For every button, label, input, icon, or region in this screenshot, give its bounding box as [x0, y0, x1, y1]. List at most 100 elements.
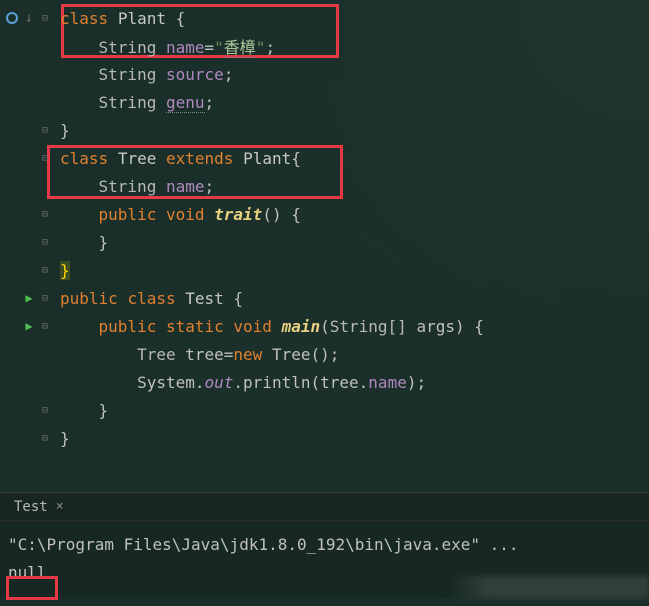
- operator: =: [224, 345, 234, 364]
- keyword: extends: [166, 149, 233, 168]
- operator: =: [205, 38, 215, 57]
- keyword: class: [127, 289, 175, 308]
- static-field: out: [205, 373, 234, 392]
- brace: {: [474, 317, 484, 336]
- fold-icon[interactable]: ⊟: [38, 291, 52, 305]
- brace: }: [99, 233, 109, 252]
- code-line[interactable]: ⊟ }: [0, 116, 649, 144]
- semicolon: ;: [205, 177, 215, 196]
- keyword: public: [99, 205, 157, 224]
- semicolon: ;: [205, 93, 215, 112]
- keyword: void: [233, 317, 272, 336]
- paren: ): [455, 317, 465, 336]
- keyword: class: [60, 149, 108, 168]
- keyword: public: [99, 317, 157, 336]
- brace-highlighted: }: [60, 261, 70, 280]
- code-editor[interactable]: ↓ ⊟ class Plant { String name="香樟"; Stri…: [0, 0, 649, 484]
- class-ref: System: [137, 373, 195, 392]
- type: String: [99, 65, 157, 84]
- tab-label: Test: [14, 499, 48, 515]
- brace: {: [176, 9, 186, 28]
- fold-icon[interactable]: ⊟: [38, 151, 52, 165]
- brace: }: [99, 401, 109, 420]
- code-line[interactable]: ▶⊟ public class Test {: [0, 284, 649, 312]
- code-line[interactable]: Tree tree=new Tree();: [0, 340, 649, 368]
- keyword: class: [60, 9, 108, 28]
- fold-end-icon[interactable]: ⊟: [38, 431, 52, 445]
- run-icon[interactable]: ▶: [22, 291, 36, 305]
- field-name: genu: [166, 93, 205, 113]
- fold-end-icon[interactable]: ⊟: [38, 123, 52, 137]
- field-name: name: [166, 38, 205, 57]
- parens: (): [262, 205, 281, 224]
- blurred-region: [449, 576, 649, 598]
- brace: }: [60, 121, 70, 140]
- type: Tree: [137, 345, 176, 364]
- code-line[interactable]: String source;: [0, 60, 649, 88]
- run-icon[interactable]: ▶: [22, 319, 36, 333]
- close-icon[interactable]: ×: [56, 499, 64, 514]
- keyword: void: [166, 205, 205, 224]
- code-line[interactable]: String name;: [0, 172, 649, 200]
- field-ref: name: [368, 373, 407, 392]
- constructor: Tree(): [272, 345, 330, 364]
- method-name: main: [282, 317, 321, 336]
- code-line[interactable]: ▶⊟ public static void main(String[] args…: [0, 312, 649, 340]
- code-line[interactable]: ⊟ }: [0, 396, 649, 424]
- code-line[interactable]: ⊟ }: [0, 228, 649, 256]
- class-name: Plant: [243, 149, 291, 168]
- code-line[interactable]: String genu;: [0, 88, 649, 116]
- variable: tree: [320, 373, 359, 392]
- brace: {: [291, 149, 301, 168]
- code-line[interactable]: String name="香樟";: [0, 32, 649, 60]
- brace: {: [291, 205, 301, 224]
- code-line[interactable]: System.out.println(tree.name);: [0, 368, 649, 396]
- code-line[interactable]: ⊟ }: [0, 256, 649, 284]
- string-quote: ": [214, 38, 224, 57]
- semicolon: ;: [224, 65, 234, 84]
- console-tabbar: Test ×: [0, 493, 649, 521]
- string-literal: 香樟: [224, 38, 256, 58]
- code-line[interactable]: [0, 452, 649, 480]
- variable: tree: [185, 345, 224, 364]
- brace: {: [233, 289, 243, 308]
- keyword: static: [166, 317, 224, 336]
- code-line[interactable]: ⊟ class Tree extends Plant{: [0, 144, 649, 172]
- semicolon: ;: [416, 373, 426, 392]
- string-quote: ": [256, 38, 266, 57]
- field-name: name: [166, 177, 205, 196]
- param-name: args: [416, 317, 455, 336]
- console-command-line: "C:\Program Files\Java\jdk1.8.0_192\bin\…: [8, 531, 641, 559]
- method-call: println: [243, 373, 310, 392]
- class-name: Tree: [118, 149, 157, 168]
- type: String[]: [330, 317, 407, 336]
- code-line[interactable]: ↓ ⊟ class Plant {: [0, 4, 649, 32]
- brace: }: [60, 429, 70, 448]
- fold-icon[interactable]: ⊟: [38, 11, 52, 25]
- keyword: public: [60, 289, 118, 308]
- type: String: [99, 93, 157, 112]
- console-tab-test[interactable]: Test ×: [6, 499, 72, 515]
- semicolon: ;: [265, 38, 275, 57]
- fold-end-icon[interactable]: ⊟: [38, 403, 52, 417]
- paren: (: [310, 373, 320, 392]
- paren: (: [320, 317, 330, 336]
- fold-icon[interactable]: ⊟: [38, 319, 52, 333]
- keyword: new: [233, 345, 262, 364]
- code-line[interactable]: ⊟ }: [0, 424, 649, 452]
- class-icon: [6, 11, 20, 25]
- dot: .: [359, 373, 369, 392]
- fold-end-icon[interactable]: ⊟: [38, 235, 52, 249]
- fold-end-icon[interactable]: ⊟: [38, 263, 52, 277]
- arrow-down-icon[interactable]: ↓: [22, 11, 36, 25]
- dot: .: [233, 373, 243, 392]
- method-name: trait: [214, 205, 262, 224]
- type: String: [99, 177, 157, 196]
- dot: .: [195, 373, 205, 392]
- fold-icon[interactable]: ⊟: [38, 207, 52, 221]
- class-name: Test: [185, 289, 224, 308]
- class-name: Plant: [118, 9, 166, 28]
- type: String: [99, 38, 157, 57]
- code-line[interactable]: ⊟ public void trait() {: [0, 200, 649, 228]
- field-name: source: [166, 65, 224, 84]
